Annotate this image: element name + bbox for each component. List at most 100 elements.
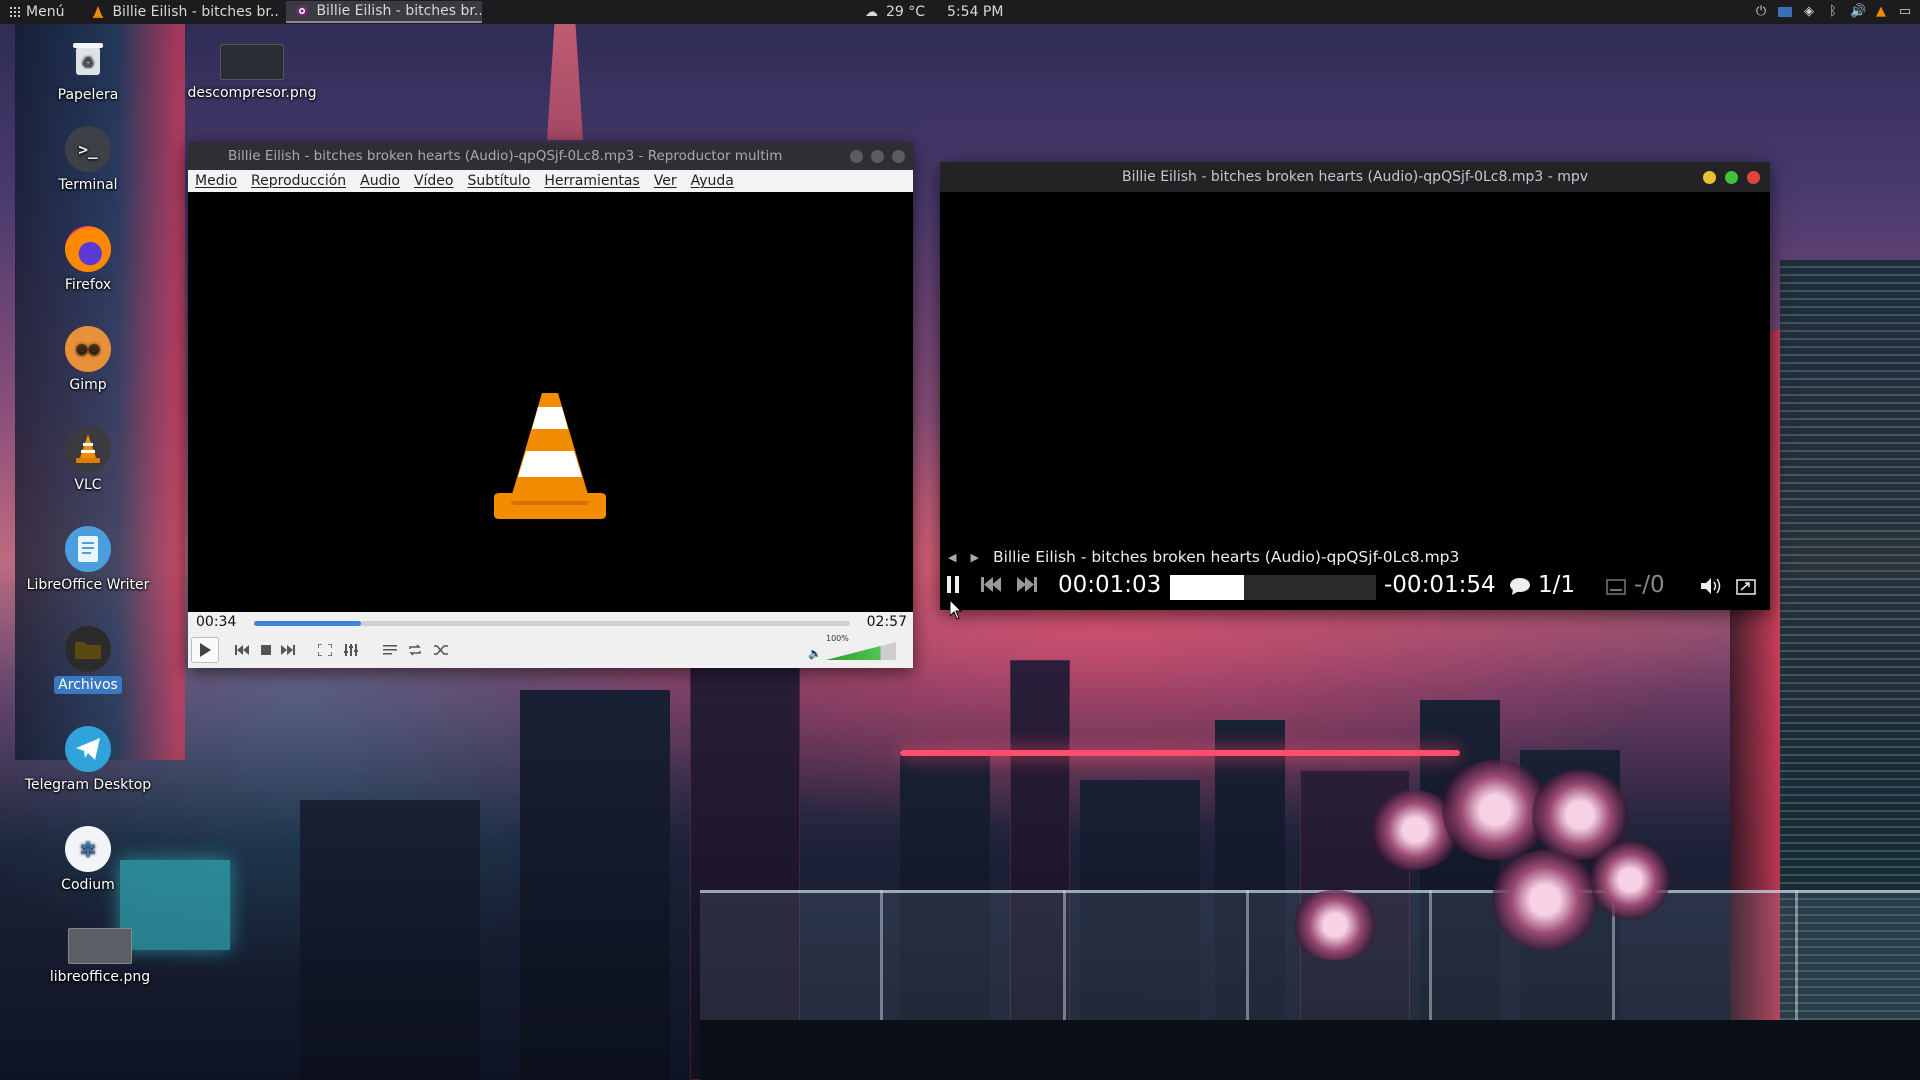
- firefox-icon: [65, 226, 111, 272]
- seek-bar[interactable]: [254, 621, 850, 626]
- stop-button[interactable]: [254, 637, 278, 663]
- desktop-icon-label: Archivos: [54, 676, 122, 694]
- writer-icon: [65, 526, 111, 572]
- playlist-button[interactable]: [378, 637, 402, 663]
- skip-back-button[interactable]: [980, 574, 1002, 599]
- audio-track-label[interactable]: 1/1: [1538, 572, 1575, 598]
- skip-forward-icon: [1017, 577, 1037, 592]
- desktop-icon-gimp[interactable]: ◉◉ Gimp: [13, 326, 163, 394]
- terminal-icon: >_: [65, 126, 111, 172]
- subtitle-track-label[interactable]: -/0: [1634, 572, 1665, 598]
- vlc-cone-icon: [93, 6, 104, 18]
- maximize-button[interactable]: [1725, 171, 1738, 184]
- desktop-icon-label: Terminal: [58, 177, 118, 193]
- desktop-icon-label: Telegram Desktop: [24, 777, 152, 793]
- equalizer-icon: [344, 644, 358, 656]
- skip-back-icon: [981, 577, 1001, 592]
- desktop-icon-papelera[interactable]: ♻ Papelera: [13, 36, 163, 104]
- desktop-icon-label: descompresor.png: [187, 85, 317, 101]
- menu-video[interactable]: Vídeo: [407, 173, 461, 189]
- desktop-icon-archivos[interactable]: Archivos: [13, 626, 163, 694]
- playlist-prev-icon[interactable]: ◀: [948, 551, 956, 564]
- desktop-icon-label: LibreOffice Writer: [26, 577, 150, 593]
- fullscreen-icon: [318, 644, 332, 656]
- desktop-icon-firefox[interactable]: Firefox: [13, 226, 163, 294]
- pause-icon: [947, 576, 959, 593]
- trash-icon: ♻: [65, 36, 111, 82]
- menu-subtitulo[interactable]: Subtítulo: [461, 173, 538, 189]
- video-area[interactable]: [188, 192, 913, 612]
- image-file-icon: [220, 44, 284, 80]
- desktop-icon-terminal[interactable]: >_ Terminal: [13, 126, 163, 194]
- weather-icon: ☁: [865, 4, 878, 20]
- desktop-icon-libreoffice-png[interactable]: libreoffice.png: [25, 928, 175, 986]
- skip-back-icon: [235, 645, 249, 655]
- previous-button[interactable]: [230, 637, 254, 663]
- close-button[interactable]: [892, 150, 905, 163]
- desktop-icon-label: VLC: [74, 477, 102, 493]
- menu-reproduccion[interactable]: Reproducción: [244, 173, 353, 189]
- volume-icon[interactable]: 🔊: [1850, 5, 1866, 19]
- taskbar-item-label: Billie Eilish - bitches br...: [316, 3, 483, 19]
- power-icon[interactable]: ⏻: [1754, 5, 1768, 19]
- extended-settings-button[interactable]: [339, 637, 363, 663]
- close-button[interactable]: [1747, 171, 1760, 184]
- desktop-icon-telegram[interactable]: Telegram Desktop: [13, 726, 163, 794]
- clock[interactable]: 5:54 PM: [947, 4, 1003, 20]
- playlist-next-icon[interactable]: ▶: [970, 551, 978, 564]
- elapsed-time[interactable]: 00:01:03: [1058, 572, 1161, 598]
- mpv-titlebar[interactable]: Billie Eilish - bitches broken hearts (A…: [940, 162, 1770, 192]
- menu-audio[interactable]: Audio: [353, 173, 407, 189]
- desktop-icon-descompresor[interactable]: descompresor.png: [177, 44, 327, 102]
- menu-herramientas[interactable]: Herramientas: [537, 173, 646, 189]
- taskbar-item-vlc[interactable]: Billie Eilish - bitches br...: [82, 1, 278, 23]
- vlc-menubar: Medio Reproducción Audio Vídeo Subtítulo…: [188, 170, 913, 192]
- desktop-icon-libreoffice-writer[interactable]: LibreOffice Writer: [13, 526, 163, 594]
- maximize-button[interactable]: [871, 150, 884, 163]
- desktop-icon-label: Firefox: [64, 277, 112, 293]
- window-title: Billie Eilish - bitches broken hearts (A…: [228, 148, 783, 164]
- vlc-titlebar[interactable]: Billie Eilish - bitches broken hearts (A…: [188, 142, 913, 170]
- desktop-icon-codium[interactable]: ✲ Codium: [13, 826, 163, 894]
- menu-button[interactable]: Menú: [0, 0, 74, 24]
- volume-button[interactable]: [1700, 576, 1722, 600]
- bluetooth-icon[interactable]: ᛒ: [1826, 5, 1840, 19]
- desktop-icon-vlc[interactable]: VLC: [13, 426, 163, 494]
- keyboard-layout-icon[interactable]: [1778, 7, 1792, 17]
- status-area[interactable]: ☁ 29 °C 5:54 PM: [865, 0, 1003, 24]
- vlc-window: Billie Eilish - bitches broken hearts (A…: [188, 142, 913, 668]
- seek-bar[interactable]: [1170, 575, 1376, 600]
- mpv-icon: [296, 5, 309, 17]
- remaining-time[interactable]: -00:01:54: [1384, 572, 1496, 598]
- shuffle-button[interactable]: [429, 637, 453, 663]
- taskbar-item-mpv[interactable]: Billie Eilish - bitches br...: [286, 1, 483, 23]
- minimize-button[interactable]: [1703, 171, 1716, 184]
- image-file-icon: [68, 928, 132, 964]
- menu-ver[interactable]: Ver: [647, 173, 684, 189]
- fullscreen-button[interactable]: [313, 637, 337, 663]
- fullscreen-button[interactable]: [1736, 576, 1756, 600]
- subtitle-icon: [1606, 579, 1626, 595]
- pause-button[interactable]: [946, 574, 960, 599]
- vlc-tray-icon[interactable]: ▲: [1874, 5, 1888, 19]
- minimize-button[interactable]: [850, 150, 863, 163]
- volume-slider[interactable]: 🔈 100%: [808, 634, 898, 662]
- audio-track-button[interactable]: [1510, 576, 1530, 600]
- menu-ayuda[interactable]: Ayuda: [684, 173, 741, 189]
- skip-forward-button[interactable]: [1016, 574, 1038, 599]
- telegram-icon: [65, 726, 111, 772]
- weather-temperature: 29 °C: [886, 4, 926, 20]
- skip-forward-icon: [281, 645, 295, 655]
- desktop-icon-label: Codium: [61, 877, 115, 893]
- menu-medio[interactable]: Medio: [188, 173, 244, 189]
- speaker-icon: 🔈: [808, 647, 822, 660]
- subtitle-track-button[interactable]: [1606, 576, 1626, 600]
- desktop-icon-label: Gimp: [69, 377, 107, 393]
- loop-button[interactable]: [403, 637, 427, 663]
- playlist-icon: [383, 645, 397, 655]
- display-icon[interactable]: ▭: [1898, 5, 1912, 19]
- network-icon[interactable]: ◈: [1802, 5, 1816, 19]
- next-button[interactable]: [276, 637, 300, 663]
- desktop-icon-label: Papelera: [57, 87, 119, 103]
- play-button[interactable]: [191, 637, 219, 663]
